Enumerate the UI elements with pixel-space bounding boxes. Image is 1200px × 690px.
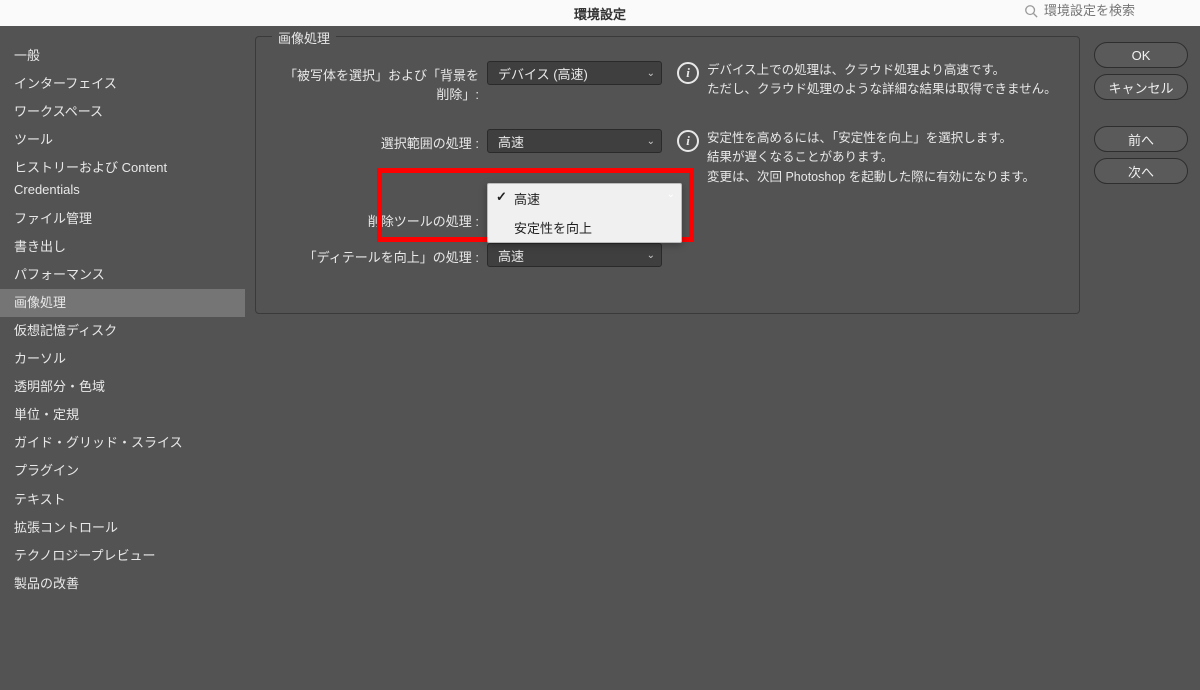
- next-button[interactable]: 次へ: [1094, 158, 1188, 184]
- chevron-down-icon: ⌄: [647, 250, 655, 261]
- sidebar-item[interactable]: インターフェイス: [0, 70, 245, 98]
- sidebar-item[interactable]: 画像処理: [0, 289, 245, 317]
- setting-select[interactable]: 高速 ⌄: [487, 129, 662, 153]
- sidebar-item[interactable]: ヒストリーおよび Content Credentials: [0, 154, 245, 204]
- info-text: デバイス上での処理は、クラウド処理より高速です。ただし、クラウド処理のような詳細…: [707, 61, 1057, 100]
- chevron-down-icon: ⌄: [647, 68, 655, 79]
- prev-button[interactable]: 前へ: [1094, 126, 1188, 152]
- search-input[interactable]: [1044, 3, 1184, 18]
- sidebar: 一般インターフェイスワークスペースツールヒストリーおよび Content Cre…: [0, 36, 245, 690]
- info-text: 安定性を高めるには、「安定性を向上」を選択します。結果が遅くなることがあります。…: [707, 129, 1035, 187]
- dialog-buttons: OK キャンセル 前へ 次へ: [1090, 36, 1200, 690]
- sidebar-item[interactable]: テクノロジープレビュー: [0, 542, 245, 570]
- sidebar-item[interactable]: 一般: [0, 42, 245, 70]
- window-title: 環境設定: [574, 4, 626, 23]
- setting-select[interactable]: 高速 ⌄: [487, 243, 662, 267]
- search-icon: [1024, 4, 1038, 18]
- dropdown-item[interactable]: 高速: [488, 184, 681, 213]
- setting-label: 「被写体を選択」および「背景を削除」:: [272, 61, 487, 103]
- setting-label: 削除ツールの処理 :: [272, 207, 487, 230]
- sidebar-item[interactable]: ワークスペース: [0, 98, 245, 126]
- sidebar-item[interactable]: プラグイン: [0, 457, 245, 485]
- sidebar-item[interactable]: カーソル: [0, 345, 245, 373]
- setting-row: 「被写体を選択」および「背景を削除」: デバイス (高速) ⌄ i デバイス上での処理は…: [272, 61, 1063, 103]
- main-area: 画像処理 「被写体を選択」および「背景を削除」:デバイス (高速)⌄iデバイス上…: [245, 36, 1090, 690]
- sidebar-item[interactable]: 拡張コントロール: [0, 514, 245, 542]
- info-icon: i: [677, 130, 699, 152]
- select-value: デバイス (高速): [498, 64, 588, 83]
- sidebar-item[interactable]: テキスト: [0, 486, 245, 514]
- dropdown-item[interactable]: 安定性を向上: [488, 213, 681, 242]
- sidebar-item[interactable]: パフォーマンス: [0, 261, 245, 289]
- setting-label: 「ディテールを向上」の処理 :: [272, 243, 487, 266]
- select-value: 高速: [498, 132, 524, 151]
- setting-label: 選択範囲の処理 :: [272, 129, 487, 152]
- sidebar-item[interactable]: 透明部分・色域: [0, 373, 245, 401]
- ok-button[interactable]: OK: [1094, 42, 1188, 68]
- setting-row: 「ディテールを向上」の処理 : 高速 ⌄: [272, 243, 1063, 267]
- select-value: 高速: [498, 246, 524, 265]
- chevron-down-icon: ⌄: [647, 136, 655, 147]
- titlebar: 環境設定: [0, 0, 1200, 26]
- sidebar-item[interactable]: ツール: [0, 126, 245, 154]
- sidebar-item[interactable]: 書き出し: [0, 233, 245, 261]
- sidebar-item[interactable]: ガイド・グリッド・スライス: [0, 429, 245, 457]
- info-cell: i 安定性を高めるには、「安定性を向上」を選択します。結果が遅くなることがあります…: [667, 129, 1063, 187]
- sidebar-item[interactable]: 仮想記憶ディスク: [0, 317, 245, 345]
- remove-tool-dropdown-menu[interactable]: ⌄ 高速安定性を向上: [487, 183, 682, 243]
- info-cell: i デバイス上での処理は、クラウド処理より高速です。ただし、クラウド処理のような詳…: [667, 61, 1063, 100]
- search-field[interactable]: [1024, 3, 1184, 18]
- setting-row: 選択範囲の処理 : 高速 ⌄ i 安定性を高めるには、「安定性を向上」を選択します。結果…: [272, 129, 1063, 187]
- sidebar-item[interactable]: 製品の改善: [0, 570, 245, 598]
- info-icon: i: [677, 62, 699, 84]
- sidebar-item[interactable]: 単位・定規: [0, 401, 245, 429]
- content: 一般インターフェイスワークスペースツールヒストリーおよび Content Cre…: [0, 26, 1200, 690]
- panel-title: 画像処理: [272, 28, 336, 47]
- cancel-button[interactable]: キャンセル: [1094, 74, 1188, 100]
- setting-select[interactable]: デバイス (高速) ⌄: [487, 61, 662, 85]
- settings-panel: 画像処理 「被写体を選択」および「背景を削除」:デバイス (高速)⌄iデバイス上…: [255, 36, 1080, 314]
- sidebar-item[interactable]: ファイル管理: [0, 205, 245, 233]
